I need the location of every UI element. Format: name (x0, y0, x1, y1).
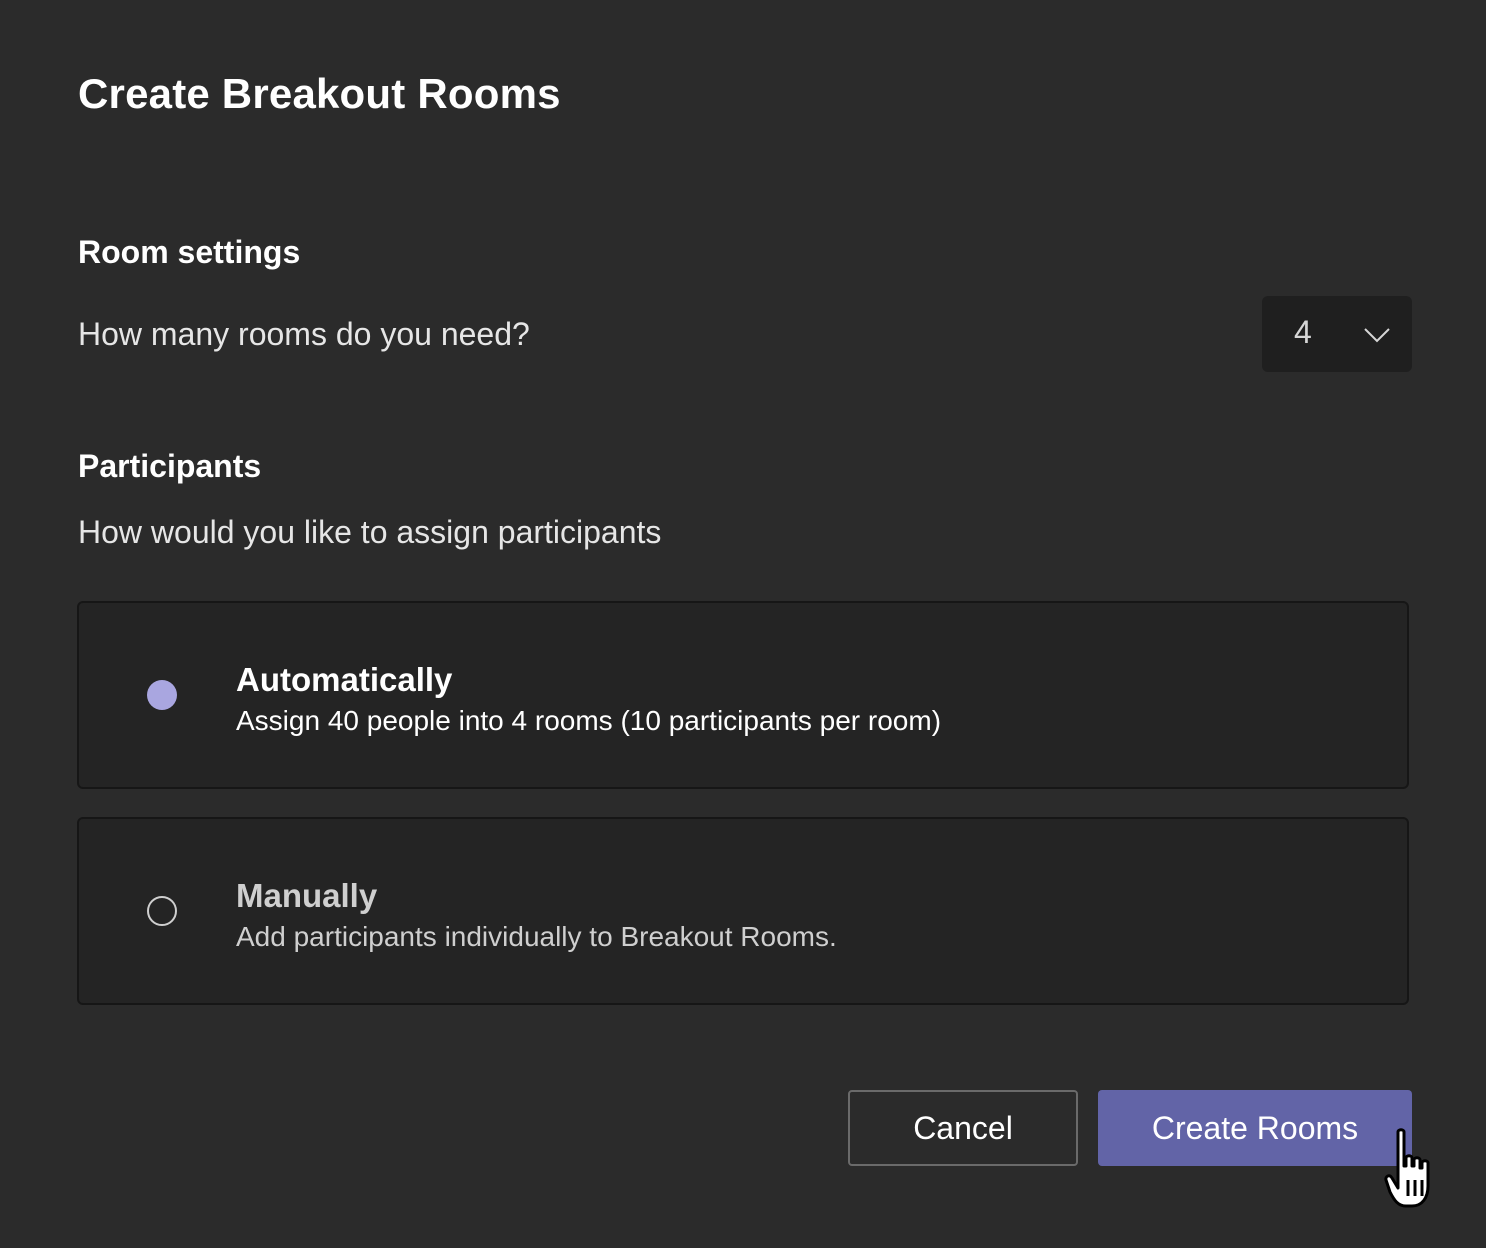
option-automatically-description: Assign 40 people into 4 rooms (10 partic… (236, 705, 942, 736)
option-automatically-title: Automatically (236, 661, 453, 698)
rooms-count-question: How many rooms do you need? (78, 316, 530, 352)
radio-manually[interactable] (147, 896, 177, 926)
rooms-count-value: 4 (1294, 314, 1312, 350)
option-manually-title: Manually (236, 877, 378, 914)
option-manually[interactable]: Manually Add participants individually t… (77, 817, 1409, 1005)
create-breakout-rooms-dialog: Create Breakout Rooms Room settings How … (0, 0, 1486, 1248)
create-rooms-button[interactable]: Create Rooms (1098, 1090, 1412, 1166)
radio-automatically[interactable] (147, 680, 177, 710)
room-settings-heading: Room settings (78, 234, 301, 270)
participants-heading: Participants (78, 448, 262, 484)
rooms-count-dropdown[interactable]: 4 (1262, 296, 1412, 372)
dialog-title: Create Breakout Rooms (78, 70, 561, 117)
option-manually-description: Add participants individually to Breakou… (236, 921, 837, 952)
cancel-button[interactable]: Cancel (848, 1090, 1078, 1166)
assign-participants-question: How would you like to assign participant… (78, 514, 662, 550)
chevron-down-icon (1364, 328, 1390, 343)
option-automatically[interactable]: Automatically Assign 40 people into 4 ro… (77, 601, 1409, 789)
